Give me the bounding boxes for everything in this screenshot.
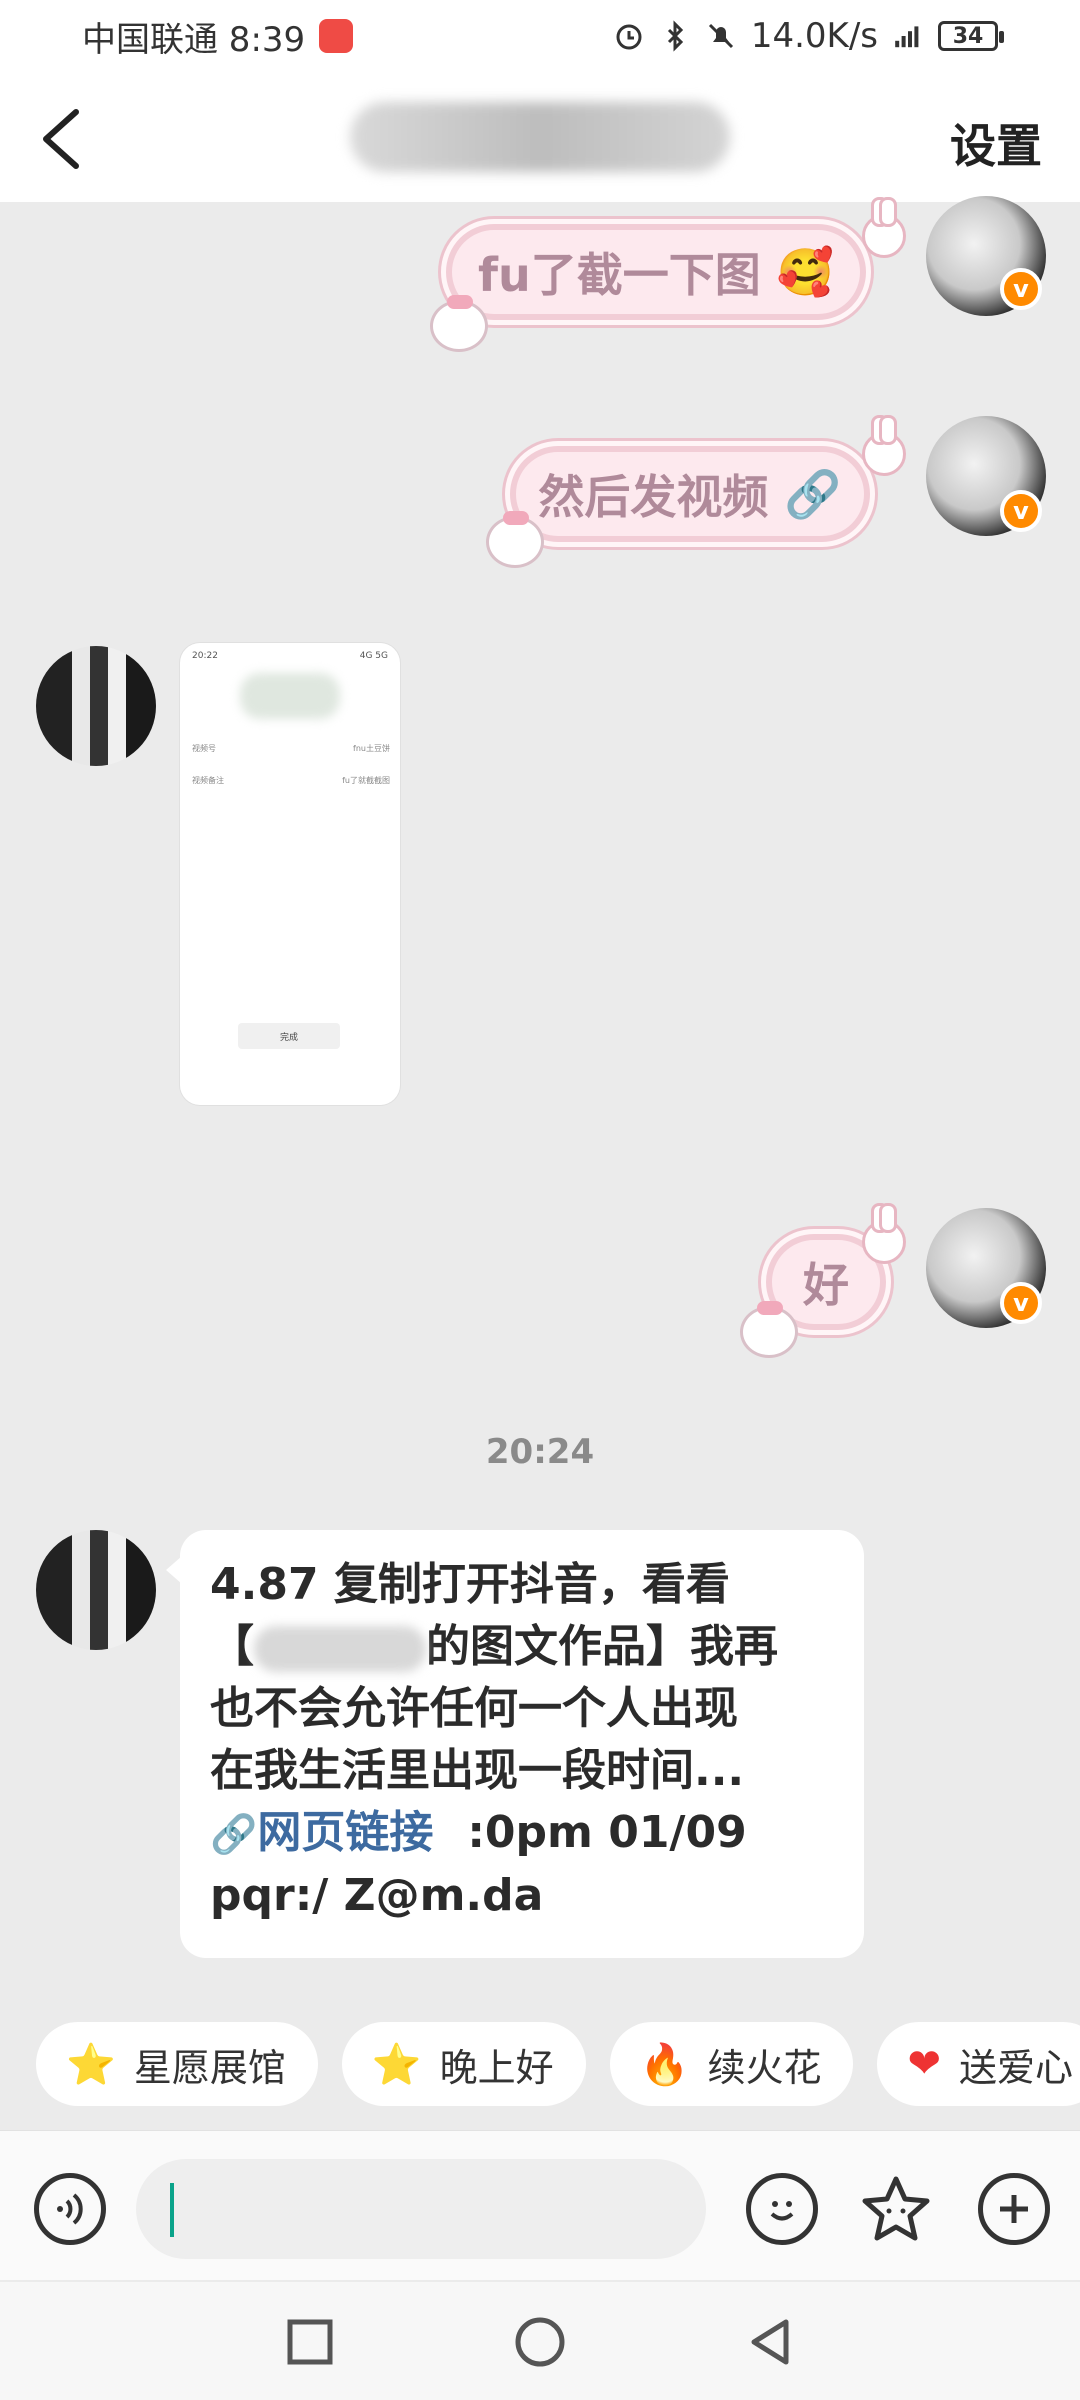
text-caret	[170, 2183, 174, 2237]
emoji-button[interactable]	[746, 2173, 818, 2245]
message-line: pqr:/ Z@m.da	[210, 1870, 544, 1921]
smiley-icon	[770, 2201, 794, 2221]
contact-avatar[interactable]	[36, 646, 156, 766]
message-line: 🔗网页链接 :0pm 01/09	[210, 1802, 834, 1865]
screenshot-image-message[interactable]: 20:22 4G 5G 视频号 fnu土豆饼 视频备注 fu了就截截图 完成	[180, 643, 400, 1105]
thumb-blurred-avatar	[240, 673, 340, 719]
message-line: 【 的图文作品】我再	[210, 1616, 834, 1678]
sticker-message-bubble[interactable]: fu了截一下图 🥰	[446, 224, 866, 320]
fire-icon: 🔥	[639, 2041, 690, 2088]
alarm-icon	[616, 24, 642, 50]
message-line-text: 的图文作品】我再	[426, 1621, 778, 1672]
verified-badge-icon: v	[1000, 1282, 1042, 1324]
sticker-message-bubble[interactable]: 然后发视频 🔗	[510, 446, 870, 542]
mute-icon	[708, 23, 733, 49]
message-line: 在我生活里出现一段时间...	[210, 1745, 745, 1796]
nav-back-button[interactable]	[742, 2314, 798, 2370]
heart-icon: ❤	[907, 2041, 941, 2087]
chip-label: 晚上好	[439, 2045, 554, 2090]
thumb-time: 20:22	[192, 651, 218, 661]
message-line: 也不会允许任何一个人出现	[210, 1683, 738, 1734]
sticker-star-button[interactable]	[856, 2171, 936, 2251]
message-timestamp: 20:24	[485, 1432, 595, 1472]
blurred-username	[254, 1626, 426, 1672]
thumb-status-right: 4G 5G	[359, 651, 388, 661]
bunny-sticker-icon	[862, 415, 906, 476]
smiling-face-emoji-icon: 🥰	[776, 244, 835, 299]
verified-badge-icon: v	[1000, 490, 1042, 532]
verified-badge-icon: v	[1000, 268, 1042, 310]
star-face-icon: ⭐	[371, 2041, 422, 2088]
plus-icon	[1000, 2195, 1028, 2223]
signal-icon	[895, 26, 919, 48]
message-text: 好	[803, 1258, 849, 1312]
mascot-sticker-icon	[430, 295, 488, 352]
mascot-sticker-icon	[486, 511, 544, 568]
chat-header: 设置	[0, 72, 1080, 202]
message-text: fu了截一下图	[477, 248, 761, 302]
chip-label: 星愿展馆	[133, 2045, 286, 2090]
voice-button[interactable]	[34, 2173, 106, 2245]
message-line: 4.87 复制打开抖音，看看	[210, 1559, 730, 1610]
chip-label: 续火花	[707, 2045, 822, 2090]
bunny-sticker-icon	[862, 1203, 906, 1264]
bluetooth-icon	[667, 20, 683, 52]
message-text-input[interactable]	[136, 2159, 706, 2259]
link-icon: 🔗	[210, 1812, 258, 1856]
mascot-sticker-icon	[740, 1301, 798, 1358]
chip-label: 送爱心	[959, 2045, 1074, 2090]
quick-reply-bar: ⭐ 星愿展馆 ⭐ 晚上好 🔥 续火花 ❤ 送爱心	[36, 2022, 1080, 2106]
app-notification-icon	[319, 19, 354, 53]
home-button[interactable]	[512, 2314, 568, 2370]
web-link[interactable]: 网页链接	[257, 1807, 433, 1858]
bracket-open: 【	[210, 1621, 254, 1672]
link-emoji-icon: 🔗	[784, 466, 842, 521]
thumb-row-label: 视频备注	[192, 776, 224, 785]
thumb-row-value: fu了就截截图	[342, 776, 390, 785]
thumb-row-label: 视频号	[192, 744, 216, 753]
share-message-bubble[interactable]: 4.87 复制打开抖音，看看 【 的图文作品】我再 也不会允许任何一个人出现 在我…	[166, 1530, 864, 1958]
star-icon: ⭐	[66, 2041, 116, 2088]
back-button[interactable]	[34, 104, 94, 174]
plus-button[interactable]	[978, 2173, 1050, 2245]
quick-reply-chip[interactable]: ❤ 送爱心	[877, 2022, 1080, 2106]
quick-reply-chip[interactable]: 🔥 续火花	[609, 2022, 854, 2106]
message-line-text: :0pm 01/09	[467, 1807, 747, 1858]
network-speed: 14.0K/s	[750, 16, 878, 56]
bunny-sticker-icon	[862, 197, 906, 258]
contact-name-blurred	[350, 102, 730, 172]
battery-icon: 34	[938, 21, 1004, 51]
message-text: 然后发视频	[538, 470, 769, 524]
recent-apps-button[interactable]	[282, 2314, 338, 2370]
carrier-time: 中国联通 8:39	[82, 19, 306, 60]
system-nav-bar	[0, 2282, 1080, 2400]
status-bar: 中国联通 8:39 14.0K/s 34	[0, 0, 1080, 72]
quick-reply-chip[interactable]: ⭐ 星愿展馆	[36, 2022, 318, 2106]
voice-wave-icon	[57, 2193, 83, 2225]
thumb-row-value: fnu土豆饼	[353, 744, 390, 753]
quick-reply-chip[interactable]: ⭐ 晚上好	[341, 2022, 586, 2106]
settings-button[interactable]: 设置	[950, 110, 1042, 176]
message-input-bar	[0, 2130, 1080, 2280]
thumb-done-button: 完成	[238, 1023, 340, 1049]
contact-avatar[interactable]	[36, 1530, 156, 1650]
